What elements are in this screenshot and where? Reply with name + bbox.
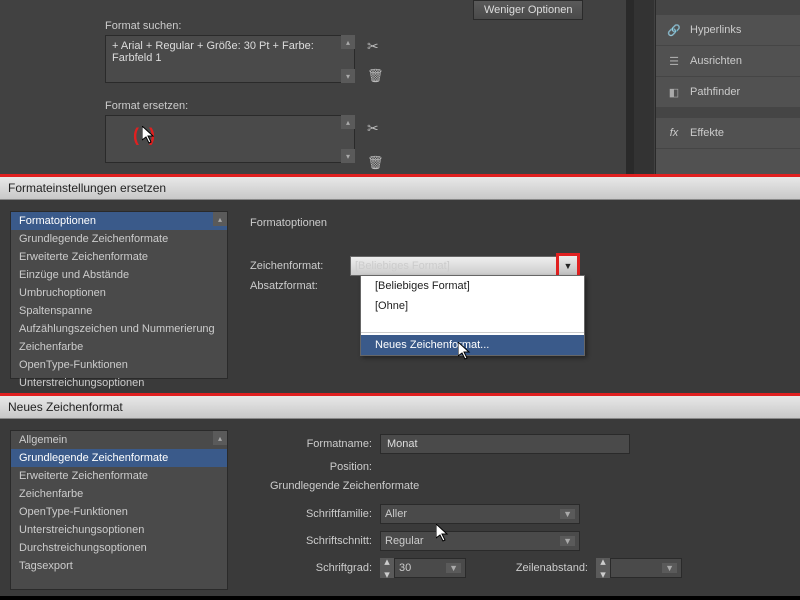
panel-label: Effekte (690, 127, 724, 139)
divider (634, 0, 654, 174)
scroll-up-icon[interactable]: ▴ (213, 212, 227, 226)
cat-formatoptionen[interactable]: Formatoptionen (11, 212, 227, 230)
chevron-down-icon: ▼ (446, 563, 461, 573)
format-suchen-textarea[interactable]: + Arial + Regular + Größe: 30 Pt + Farbe… (105, 35, 355, 83)
link-icon: 🔗 (666, 22, 682, 38)
divider (626, 0, 634, 174)
schriftfamilie-label: Schriftfamilie: (270, 508, 380, 520)
cat-erweiterte[interactable]: Erweiterte Zeichenformate (11, 467, 227, 485)
cat-grundlegende[interactable]: Grundlegende Zeichenformate (11, 449, 227, 467)
scroll-up-icon[interactable]: ▴ (341, 35, 355, 49)
panel-label: Pathfinder (690, 86, 740, 98)
cat-grundlegende[interactable]: Grundlegende Zeichenformate (11, 230, 227, 248)
panel-label: Hyperlinks (690, 24, 741, 36)
schriftgrad-label: Schriftgrad: (270, 562, 380, 574)
schriftfamilie-dropdown[interactable]: Aller ▼ (380, 504, 580, 524)
menu-item-ohne[interactable]: [Ohne] (361, 296, 584, 316)
format-suchen-label: Format suchen: (105, 20, 181, 32)
dialog-title: Formateinstellungen ersetzen (0, 177, 800, 200)
panel-pathfinder[interactable]: ◧ Pathfinder (656, 77, 800, 108)
chevron-down-icon: ▼ (662, 563, 677, 573)
cat-opentype[interactable]: OpenType-Funktionen (11, 503, 227, 521)
formatname-input[interactable] (380, 434, 630, 454)
cat-opentype[interactable]: OpenType-Funktionen (11, 356, 227, 374)
dropdown-arrow-icon[interactable]: ▼ (558, 255, 578, 277)
cat-einzuege[interactable]: Einzüge und Abstände (11, 266, 227, 284)
dropdown-value: Aller (385, 508, 407, 520)
fx-icon: fx (666, 125, 682, 141)
cat-unterstreichung[interactable]: Unterstreichungsoptionen (11, 521, 227, 539)
position-label: Position: (270, 461, 380, 473)
align-icon: ☰ (666, 53, 682, 69)
parens-marker: ( ) (133, 125, 155, 146)
scroll-up-icon[interactable]: ▴ (341, 115, 355, 129)
panel-effekte[interactable]: fx Effekte (656, 118, 800, 149)
schriftschnitt-dropdown[interactable]: Regular ▼ (380, 531, 580, 551)
cat-durchstreichung[interactable]: Durchstreichungsoptionen (11, 539, 227, 557)
absatzformat-label: Absatzformat: (250, 280, 350, 292)
zeichenformat-dropdown[interactable]: [Beliebiges Format] (350, 256, 560, 276)
zeichenformat-menu: [Beliebiges Format] [Ohne] Neues Zeichen… (360, 275, 585, 356)
scroll-up-icon[interactable]: ▴ (213, 431, 227, 445)
category-list[interactable]: Allgemein Grundlegende Zeichenformate Er… (10, 430, 228, 590)
cat-erweiterte[interactable]: Erweiterte Zeichenformate (11, 248, 227, 266)
category-list[interactable]: Formatoptionen Grundlegende Zeichenforma… (10, 211, 228, 379)
dialog-title: Neues Zeichenformat (0, 396, 800, 419)
scroll-down-icon[interactable]: ▾ (341, 149, 355, 163)
formatname-label: Formatname: (270, 438, 380, 450)
chevron-down-icon: ▼ (560, 509, 575, 519)
trash-search-icon[interactable]: 🗑 (367, 68, 384, 84)
chevron-down-icon: ▼ (560, 536, 575, 546)
edit-replace-format-icon[interactable]: ✂ (367, 120, 379, 137)
schriftgrad-stepper[interactable]: ▴▾ 30▼ (380, 558, 466, 578)
format-ersetzen-label: Format ersetzen: (105, 100, 188, 112)
cat-umbruch[interactable]: Umbruchoptionen (11, 284, 227, 302)
scroll-down-icon[interactable]: ▾ (341, 69, 355, 83)
panel-label: Ausrichten (690, 55, 742, 67)
cat-unterstreichung[interactable]: Unterstreichungsoptionen (11, 374, 227, 392)
dropdown-value: [Beliebiges Format] (355, 260, 450, 272)
panel-ausrichten[interactable]: ☰ Ausrichten (656, 46, 800, 77)
schriftschnitt-label: Schriftschnitt: (270, 535, 380, 547)
zeilenabstand-label: Zeilenabstand: (496, 562, 596, 574)
weniger-optionen-button[interactable]: Weniger Optionen (473, 0, 583, 20)
stepper-value: 30 (399, 562, 411, 574)
cat-allgemein[interactable]: Allgemein (11, 431, 227, 449)
pathfinder-icon: ◧ (666, 84, 682, 100)
trash-replace-icon[interactable]: 🗑 (367, 155, 384, 171)
section-heading: Formatoptionen (250, 217, 327, 229)
cat-zeichenfarbe[interactable]: Zeichenfarbe (11, 485, 227, 503)
cat-zeichenfarbe[interactable]: Zeichenfarbe (11, 338, 227, 356)
cat-spalten[interactable]: Spaltenspanne (11, 302, 227, 320)
panel-hyperlinks[interactable]: 🔗 Hyperlinks (656, 15, 800, 46)
edit-search-format-icon[interactable]: ✂ (367, 38, 379, 55)
cat-aufzaehlung[interactable]: Aufzählungszeichen und Nummerierung (11, 320, 227, 338)
zeilenabstand-stepper[interactable]: ▴▾ ▼ (596, 558, 682, 578)
right-panel: 🔗 Hyperlinks ☰ Ausrichten ◧ Pathfinder fx Ef… (655, 0, 800, 174)
menu-item-neues-zeichenformat[interactable]: Neues Zeichenformat... (361, 335, 584, 355)
cat-tagsexport[interactable]: Tagsexport (11, 557, 227, 575)
zeichenformat-label: Zeichenformat: (250, 260, 350, 272)
menu-item-beliebiges[interactable]: [Beliebiges Format] (361, 276, 584, 296)
section-heading: Grundlegende Zeichenformate (270, 480, 770, 492)
dropdown-value: Regular (385, 535, 424, 547)
